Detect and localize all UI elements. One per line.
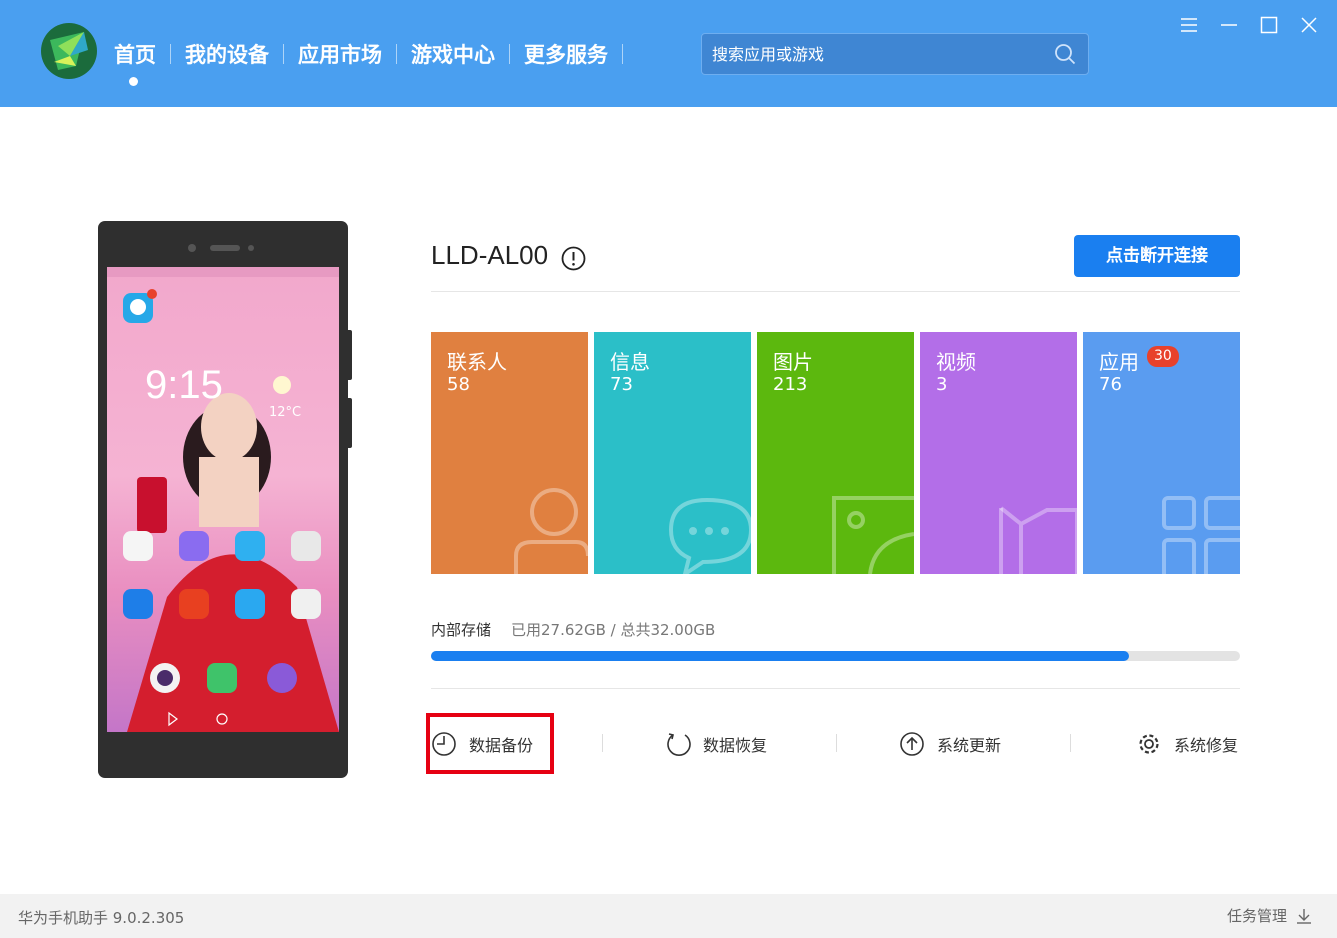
- tile-videos[interactable]: 视频 3: [920, 332, 1077, 574]
- chat-icon: [668, 497, 751, 574]
- tile-photos[interactable]: 图片 213: [757, 332, 914, 574]
- active-nav-indicator: [129, 77, 138, 86]
- action-divider: [836, 734, 837, 752]
- action-divider: [602, 734, 603, 752]
- top-bar: 首页 我的设备 应用市场 游戏中心 更多服务: [0, 0, 1337, 107]
- minimize-icon[interactable]: [1218, 14, 1240, 36]
- tile-label: 图片: [773, 350, 813, 374]
- nav-my-device[interactable]: 我的设备: [171, 39, 283, 69]
- storage-progress-bar: [431, 651, 1240, 661]
- restore-icon: [667, 733, 691, 756]
- tile-count: 58: [447, 374, 470, 395]
- phone-side-button: [348, 398, 352, 448]
- disconnect-button[interactable]: 点击断开连接: [1074, 235, 1240, 277]
- gear-icon: [1139, 734, 1159, 754]
- tile-count: 76: [1099, 374, 1122, 395]
- phone-screen: 9:15 12°C: [107, 267, 339, 732]
- phone-clock: 9:15: [145, 363, 223, 407]
- status-bar: 华为手机助手 9.0.2.305 任务管理: [0, 894, 1337, 938]
- version-text: 华为手机助手 9.0.2.305: [18, 909, 185, 927]
- tile-label: 视频: [936, 350, 976, 374]
- action-label: 系统更新: [937, 736, 1002, 755]
- menu-icon[interactable]: [1178, 14, 1200, 36]
- maximize-icon[interactable]: [1258, 14, 1280, 36]
- phone-camera: [188, 244, 196, 252]
- tile-messages[interactable]: 信息 73: [594, 332, 751, 574]
- search-icon[interactable]: [1054, 43, 1076, 65]
- task-manager-label: 任务管理: [1226, 907, 1287, 925]
- highlight-annotation-box: [426, 713, 554, 774]
- video-icon: [999, 506, 1077, 574]
- nav-game-center[interactable]: 游戏中心: [397, 39, 509, 69]
- download-icon: [1297, 908, 1311, 924]
- update-arrow-icon: [900, 732, 924, 756]
- divider: [431, 291, 1240, 292]
- tile-count: 3: [936, 374, 948, 395]
- nav-home[interactable]: 首页: [112, 39, 170, 69]
- tile-contacts[interactable]: 联系人 58: [431, 332, 588, 574]
- action-label: 数据恢复: [703, 736, 768, 755]
- phone-speaker: [210, 245, 240, 251]
- storage-usage-text: 已用27.62GB / 总共32.00GB: [511, 621, 716, 639]
- search-box: [701, 33, 1089, 75]
- phone-preview: 9:15 12°C: [98, 221, 348, 778]
- data-restore-button[interactable]: 数据恢复: [665, 728, 767, 760]
- storage-progress-fill: [431, 651, 1130, 661]
- person-icon: [514, 488, 588, 574]
- tile-label: 信息: [610, 350, 650, 374]
- search-input[interactable]: [712, 34, 1042, 74]
- nav-more-services[interactable]: 更多服务: [510, 39, 622, 69]
- phone-temperature: 12°C: [269, 405, 302, 420]
- tile-count: 213: [773, 374, 808, 395]
- device-name: LLD-AL00: [431, 240, 549, 270]
- info-icon[interactable]: [561, 246, 586, 271]
- system-repair-button[interactable]: 系统修复: [1136, 728, 1238, 760]
- close-icon[interactable]: [1298, 14, 1320, 36]
- phone-sensor: [248, 245, 254, 251]
- main-nav: 首页 我的设备 应用市场 游戏中心 更多服务: [112, 36, 623, 72]
- tile-label: 联系人: [447, 350, 507, 374]
- tile-label: 应用: [1099, 350, 1139, 374]
- nav-divider: [622, 44, 623, 64]
- action-label: 系统修复: [1174, 736, 1239, 755]
- storage-label: 内部存储: [431, 621, 492, 639]
- apps-update-badge: 30: [1147, 346, 1179, 367]
- apps-icon: [1162, 496, 1240, 574]
- task-manager-button[interactable]: 任务管理: [1227, 905, 1313, 926]
- tile-apps[interactable]: 应用 30 76: [1083, 332, 1240, 574]
- app-logo-icon: [41, 23, 97, 79]
- phone-side-button: [348, 330, 352, 380]
- image-icon: [832, 496, 914, 574]
- phone-wallpaper: [107, 267, 339, 732]
- system-update-button[interactable]: 系统更新: [899, 728, 1001, 760]
- tile-count: 73: [610, 374, 633, 395]
- nav-app-market[interactable]: 应用市场: [284, 39, 396, 69]
- action-divider: [1070, 734, 1071, 752]
- divider: [431, 688, 1240, 689]
